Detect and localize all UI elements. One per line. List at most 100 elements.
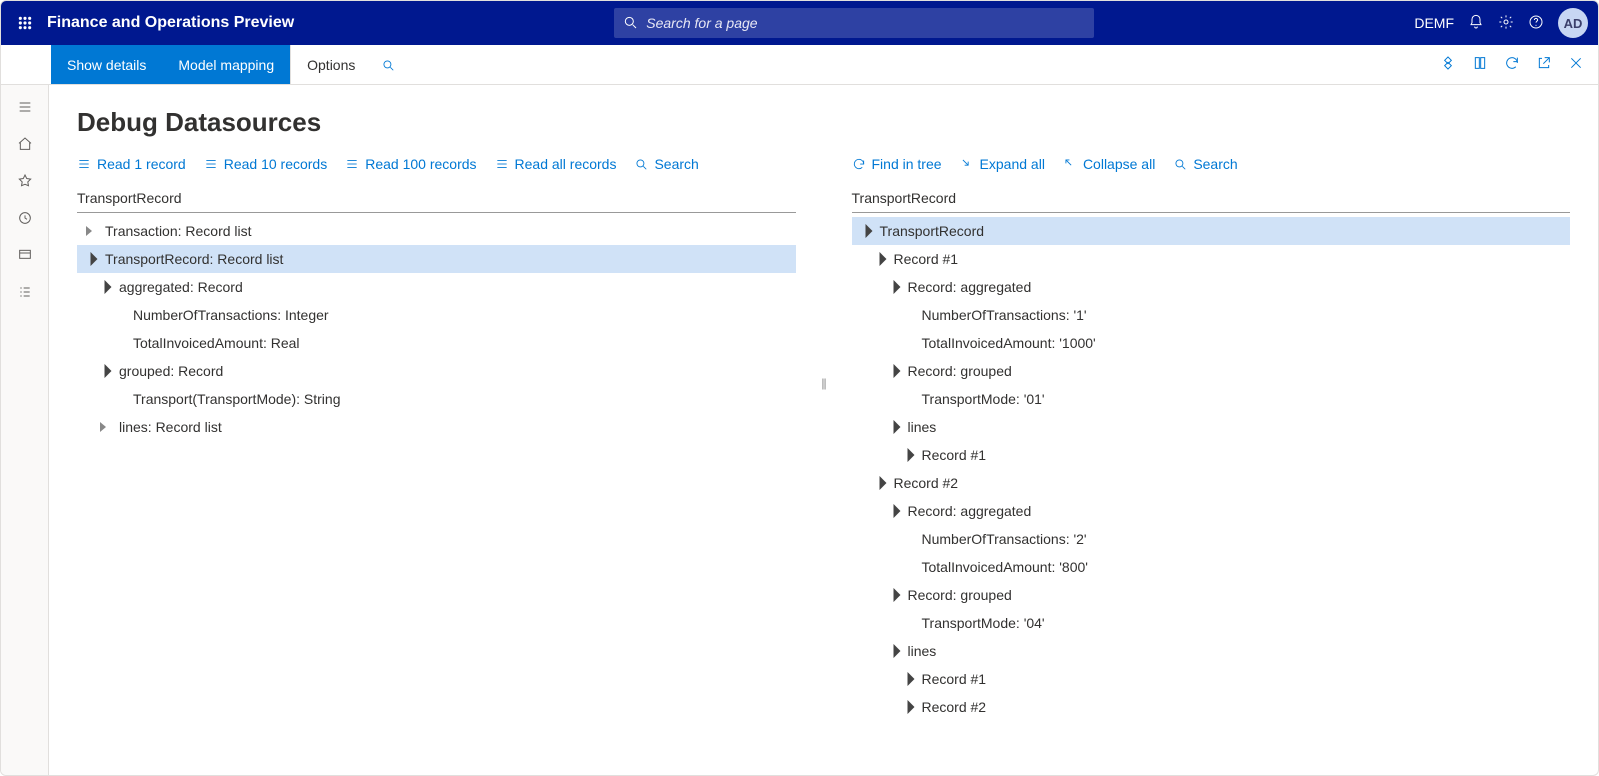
collapse-icon[interactable]: [884, 419, 900, 435]
tree-row-label: TransportRecord: [880, 223, 985, 239]
collapse-icon[interactable]: [884, 279, 900, 295]
avatar[interactable]: AD: [1558, 8, 1588, 38]
avatar-initials: AD: [1564, 16, 1583, 31]
expand-all-button[interactable]: Expand all: [960, 156, 1045, 172]
tree-row[interactable]: aggregated: Record: [77, 273, 796, 301]
search-icon: [622, 14, 638, 33]
company-label[interactable]: DEMF: [1414, 15, 1454, 31]
tree-row[interactable]: Record: grouped: [852, 357, 1571, 385]
left-search-button[interactable]: Search: [634, 156, 698, 172]
tree-row[interactable]: lines: [852, 413, 1571, 441]
tree-row[interactable]: lines: Record list: [77, 413, 796, 441]
waffle-icon[interactable]: [11, 15, 39, 31]
tree-row-label: TotalInvoicedAmount: '800': [922, 559, 1088, 575]
tree-row[interactable]: Record: grouped: [852, 581, 1571, 609]
popout-icon[interactable]: [1536, 55, 1552, 74]
tree-row-label: TransportMode: '01': [922, 391, 1045, 407]
read-1-record-button[interactable]: Read 1 record: [77, 156, 186, 172]
tab-model-mapping[interactable]: Model mapping: [162, 45, 290, 84]
structure-tree[interactable]: Transaction: Record list TransportRecord:…: [77, 217, 796, 441]
tree-row[interactable]: TransportMode: '04': [852, 609, 1571, 637]
expand-icon[interactable]: [95, 419, 111, 435]
hamburger-icon[interactable]: [17, 99, 33, 118]
recent-icon[interactable]: [17, 210, 33, 229]
tree-row[interactable]: Record #1: [852, 665, 1571, 693]
read-all-records-button[interactable]: Read all records: [495, 156, 617, 172]
tree-row-label: Record #2: [922, 699, 987, 715]
gear-icon[interactable]: [1498, 14, 1514, 33]
tree-row-label: TotalInvoicedAmount: Real: [133, 335, 300, 351]
tree-row[interactable]: TransportMode: '01': [852, 385, 1571, 413]
tree-row[interactable]: TransportRecord: [852, 217, 1571, 245]
tree-row[interactable]: TotalInvoicedAmount: Real: [77, 329, 796, 357]
tree-row-label: lines: Record list: [119, 419, 222, 435]
collapse-icon[interactable]: [898, 671, 914, 687]
diamond-icon[interactable]: [1440, 55, 1456, 74]
bell-icon[interactable]: [1468, 14, 1484, 33]
collapse-icon[interactable]: [898, 447, 914, 463]
tree-row[interactable]: grouped: Record: [77, 357, 796, 385]
tree-row[interactable]: lines: [852, 637, 1571, 665]
expand-icon[interactable]: [81, 223, 97, 239]
collapse-icon[interactable]: [884, 643, 900, 659]
find-in-tree-button[interactable]: Find in tree: [852, 156, 942, 172]
page-title: Debug Datasources: [77, 107, 1570, 138]
global-search[interactable]: [614, 8, 1094, 38]
collapse-all-button[interactable]: Collapse all: [1063, 156, 1155, 172]
collapse-icon[interactable]: [856, 223, 872, 239]
collapse-icon[interactable]: [884, 503, 900, 519]
tree-row[interactable]: TransportRecord: Record list: [77, 245, 796, 273]
tree-row[interactable]: NumberOfTransactions: Integer: [77, 301, 796, 329]
action-bar: Show details Model mapping Options: [1, 45, 1598, 85]
tree-row-label: TotalInvoicedAmount: '1000': [922, 335, 1096, 351]
refresh-icon[interactable]: [1504, 55, 1520, 74]
tab-search[interactable]: [371, 45, 405, 84]
pane-structure: Read 1 record Read 10 records Read 100 r…: [77, 156, 820, 721]
collapse-icon[interactable]: [870, 251, 886, 267]
tree-row-label: Record: aggregated: [908, 503, 1032, 519]
collapse-icon[interactable]: [898, 699, 914, 715]
tree-row[interactable]: Record #2: [852, 693, 1571, 721]
tree-row[interactable]: NumberOfTransactions: '1': [852, 301, 1571, 329]
collapse-icon[interactable]: [95, 363, 111, 379]
tree-row-label: Record #2: [894, 475, 959, 491]
tree-row[interactable]: TotalInvoicedAmount: '1000': [852, 329, 1571, 357]
read-100-records-button[interactable]: Read 100 records: [345, 156, 476, 172]
right-search-button[interactable]: Search: [1173, 156, 1237, 172]
tree-row[interactable]: TotalInvoicedAmount: '800': [852, 553, 1571, 581]
tree-row[interactable]: Record #2: [852, 469, 1571, 497]
star-icon[interactable]: [17, 173, 33, 192]
home-icon[interactable]: [17, 136, 33, 155]
collapse-icon[interactable]: [870, 475, 886, 491]
collapse-icon[interactable]: [884, 363, 900, 379]
book-icon[interactable]: [1472, 55, 1488, 74]
collapse-icon[interactable]: [81, 251, 97, 267]
close-icon[interactable]: [1568, 55, 1584, 74]
data-tree[interactable]: TransportRecord Record #1 Record: aggregat…: [852, 217, 1571, 721]
pane-data: Find in tree Expand all Collapse all: [828, 156, 1571, 721]
tab-options[interactable]: Options: [291, 45, 371, 84]
help-icon[interactable]: [1528, 14, 1544, 33]
collapse-icon[interactable]: [884, 587, 900, 603]
tree-row-label: Transaction: Record list: [105, 223, 252, 239]
tab-show-details[interactable]: Show details: [51, 45, 162, 84]
tree-row[interactable]: Record: aggregated: [852, 497, 1571, 525]
tree-row[interactable]: NumberOfTransactions: '2': [852, 525, 1571, 553]
tree-row[interactable]: Record #1: [852, 245, 1571, 273]
tree-row[interactable]: Transaction: Record list: [77, 217, 796, 245]
tree-row-label: Record: aggregated: [908, 279, 1032, 295]
read-10-records-button[interactable]: Read 10 records: [204, 156, 328, 172]
global-search-input[interactable]: [614, 8, 1094, 38]
tree-row-label: Record #1: [894, 251, 959, 267]
tree-row[interactable]: Record #1: [852, 441, 1571, 469]
collapse-icon[interactable]: [95, 279, 111, 295]
tree-row-label: Record: grouped: [908, 587, 1012, 603]
tree-row-label: Record #1: [922, 671, 987, 687]
tree-row[interactable]: Transport(TransportMode): String: [77, 385, 796, 413]
tree-row-label: TransportRecord: Record list: [105, 251, 283, 267]
workspace-icon[interactable]: [17, 247, 33, 266]
tree-row[interactable]: Record: aggregated: [852, 273, 1571, 301]
right-pane-header: TransportRecord: [852, 184, 1571, 213]
pane-splitter[interactable]: ||: [820, 156, 828, 721]
modules-icon[interactable]: [17, 284, 33, 303]
